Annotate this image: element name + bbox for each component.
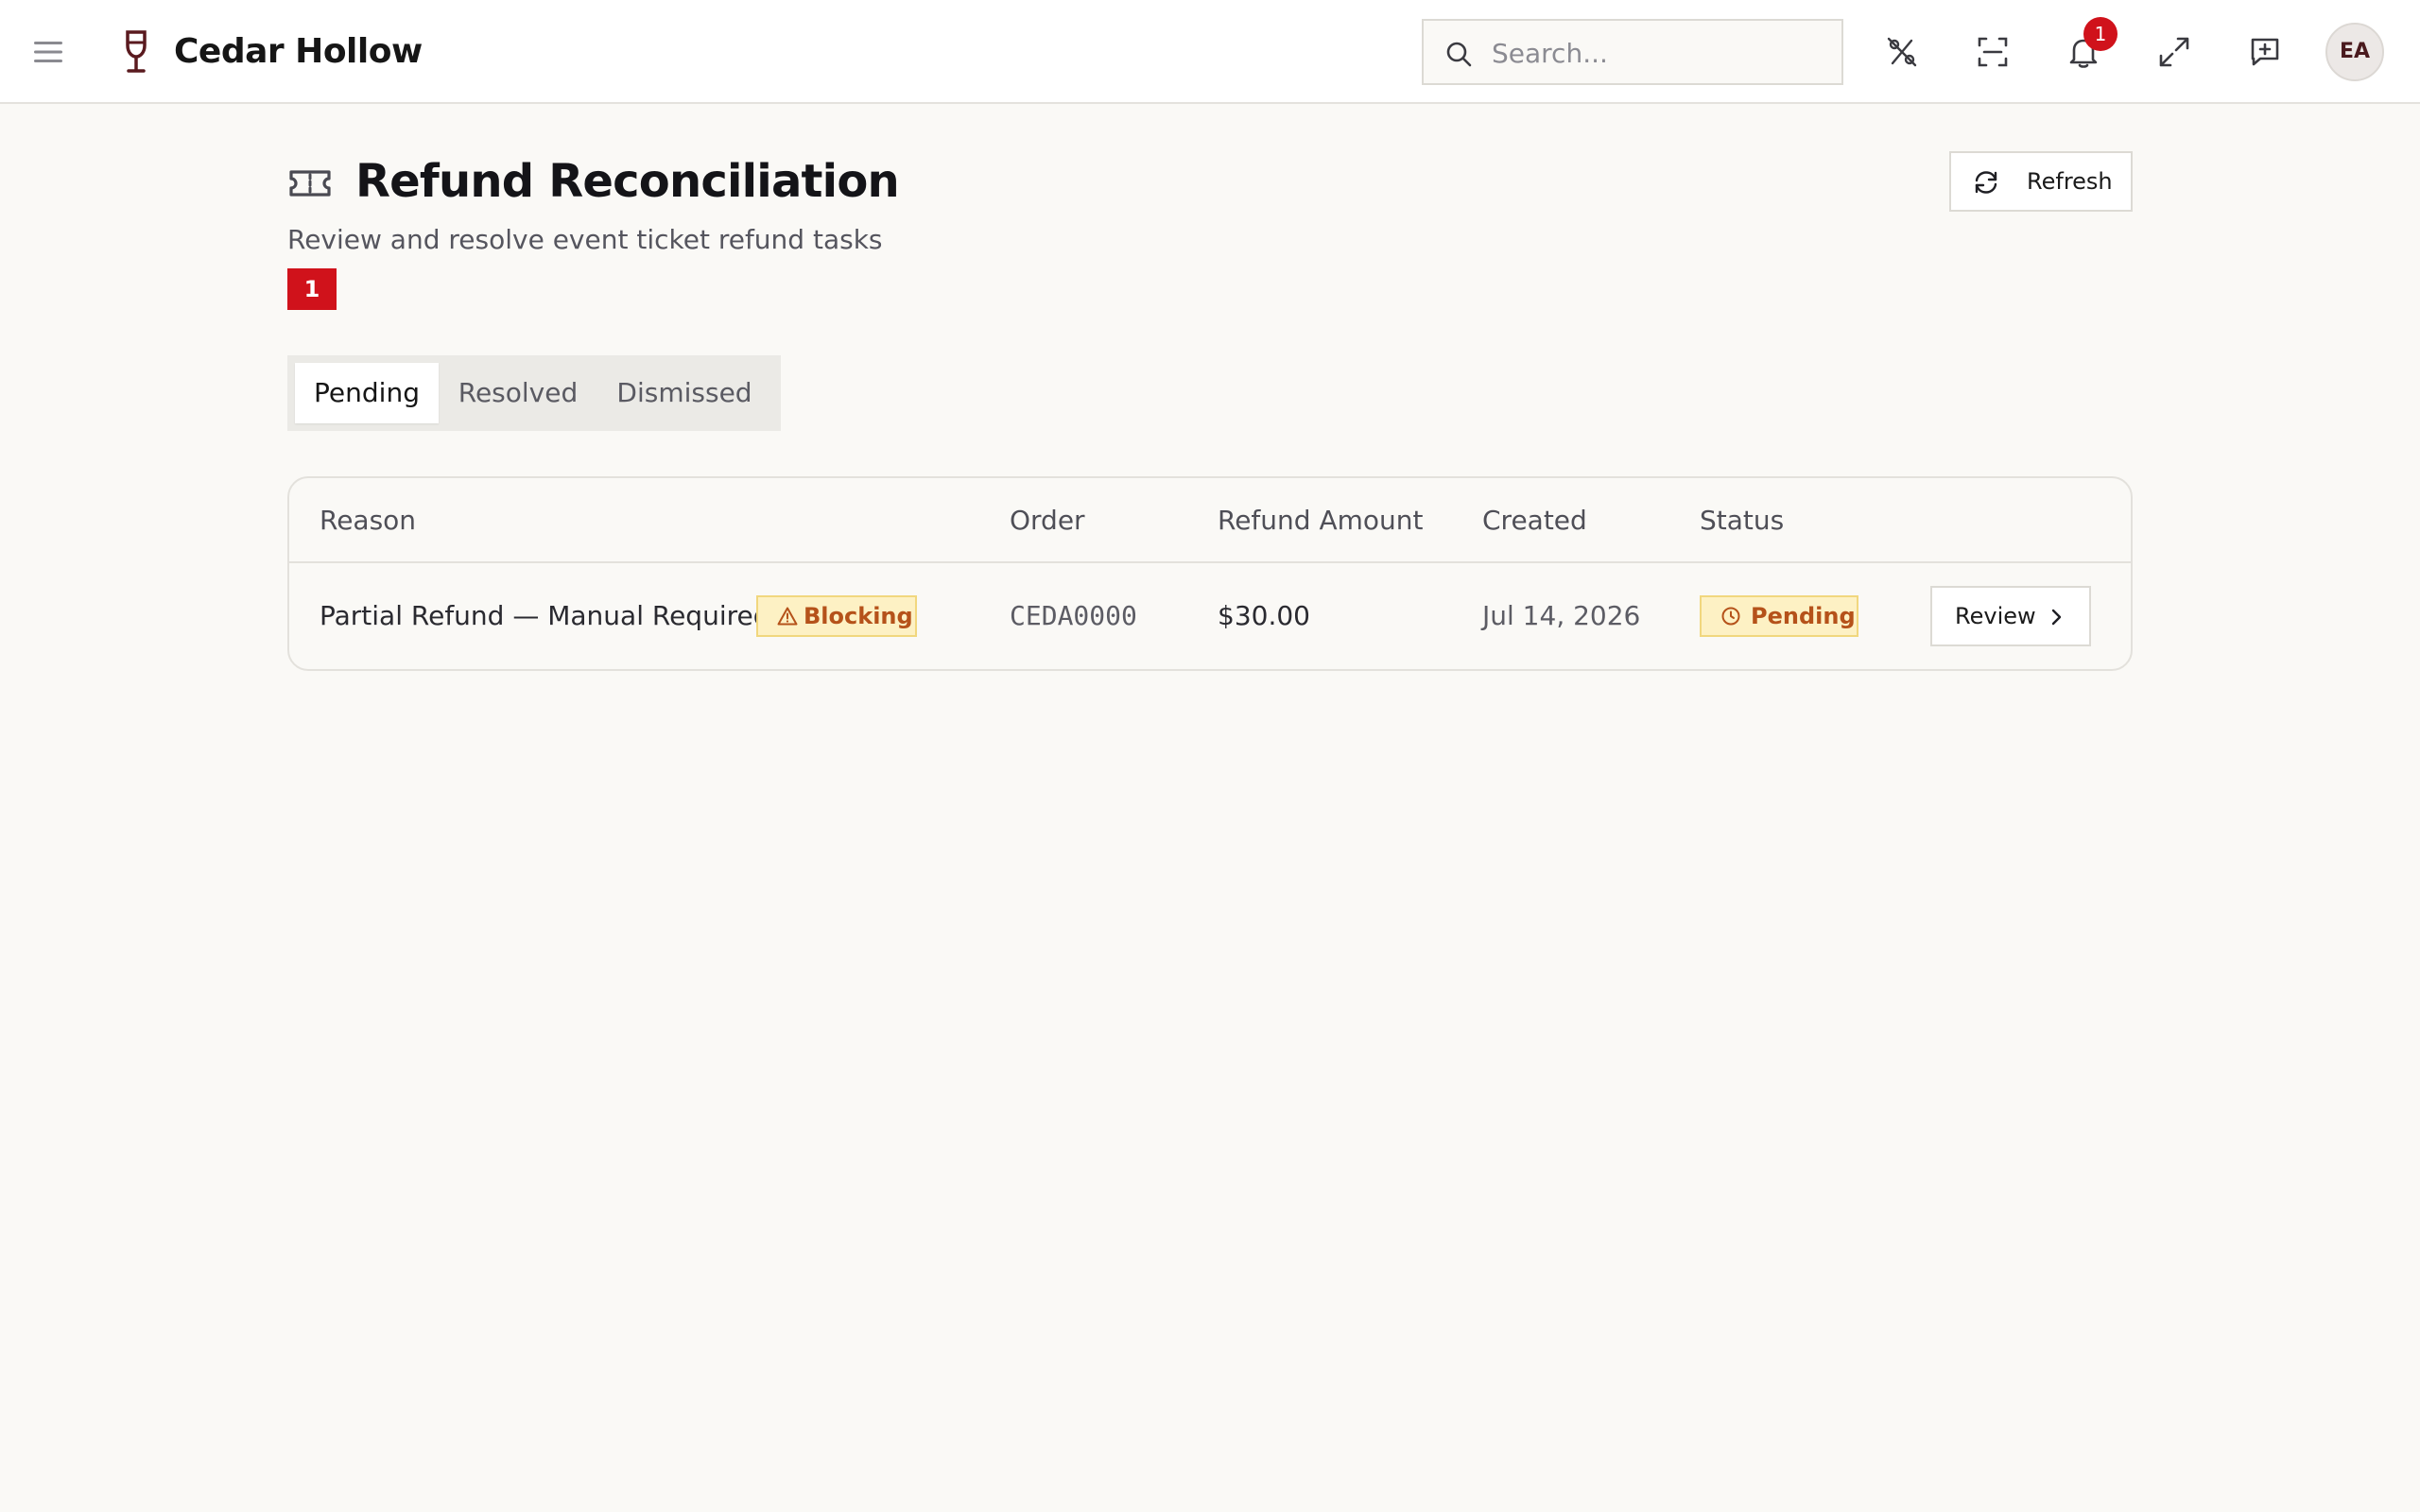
review-label: Review <box>1955 603 2036 629</box>
percent-off-icon[interactable] <box>1883 33 1921 71</box>
created-cell: Jul 14, 2026 <box>1482 600 1641 631</box>
status-badge: Pending <box>1700 595 1858 637</box>
column-header-status: Status <box>1700 505 1785 536</box>
page-title: Refund Reconciliation <box>355 155 900 208</box>
search-icon <box>1446 42 1472 67</box>
refresh-button[interactable]: Refresh <box>1949 151 2133 212</box>
scan-icon[interactable] <box>1974 33 2012 71</box>
column-header-refund-amount: Refund Amount <box>1218 505 1424 536</box>
search-input[interactable] <box>1490 21 1834 85</box>
blocking-label: Blocking <box>804 603 913 629</box>
status-label: Pending <box>1751 603 1856 629</box>
tab-pending[interactable]: Pending <box>295 363 439 423</box>
brand-name[interactable]: Cedar Hollow <box>174 28 423 76</box>
tab-resolved[interactable]: Resolved <box>446 363 590 423</box>
feedback-icon[interactable] <box>2246 33 2284 71</box>
search-box[interactable] <box>1422 19 1843 85</box>
refresh-label: Refresh <box>2027 168 2113 195</box>
refresh-icon <box>1975 171 1997 194</box>
warning-icon <box>777 607 798 626</box>
menu-icon[interactable] <box>32 36 64 68</box>
column-header-order: Order <box>1010 505 1085 536</box>
table-header: Reason Order Refund Amount Created Statu… <box>289 478 2131 563</box>
clock-icon <box>1721 607 1740 626</box>
wine-glass-icon <box>126 30 147 73</box>
blocking-tag: Blocking <box>756 595 917 637</box>
reason-cell: Partial Refund — Manual Required <box>320 600 770 631</box>
refund-amount-cell: $30.00 <box>1218 600 1310 631</box>
page-subtitle: Review and resolve event ticket refund t… <box>287 224 883 255</box>
refund-tasks-table: Reason Order Refund Amount Created Statu… <box>287 476 2133 671</box>
column-header-reason: Reason <box>320 505 417 536</box>
pending-count-badge: 1 <box>287 268 337 310</box>
notification-badge: 1 <box>2083 17 2118 51</box>
top-header: Cedar Hollow 1 EA <box>0 0 2420 104</box>
expand-icon[interactable] <box>2155 33 2193 71</box>
chevron-right-icon <box>2051 609 2062 626</box>
tab-dismissed[interactable]: Dismissed <box>597 363 771 423</box>
status-tabs: Pending Resolved Dismissed <box>287 355 781 431</box>
review-button[interactable]: Review <box>1930 586 2091 646</box>
table-row[interactable]: Partial Refund — Manual Required Blockin… <box>289 563 2131 669</box>
order-cell: CEDA0000 <box>1010 600 1137 631</box>
column-header-created: Created <box>1482 505 1587 536</box>
user-avatar[interactable]: EA <box>2325 23 2384 81</box>
ticket-icon <box>289 170 331 197</box>
